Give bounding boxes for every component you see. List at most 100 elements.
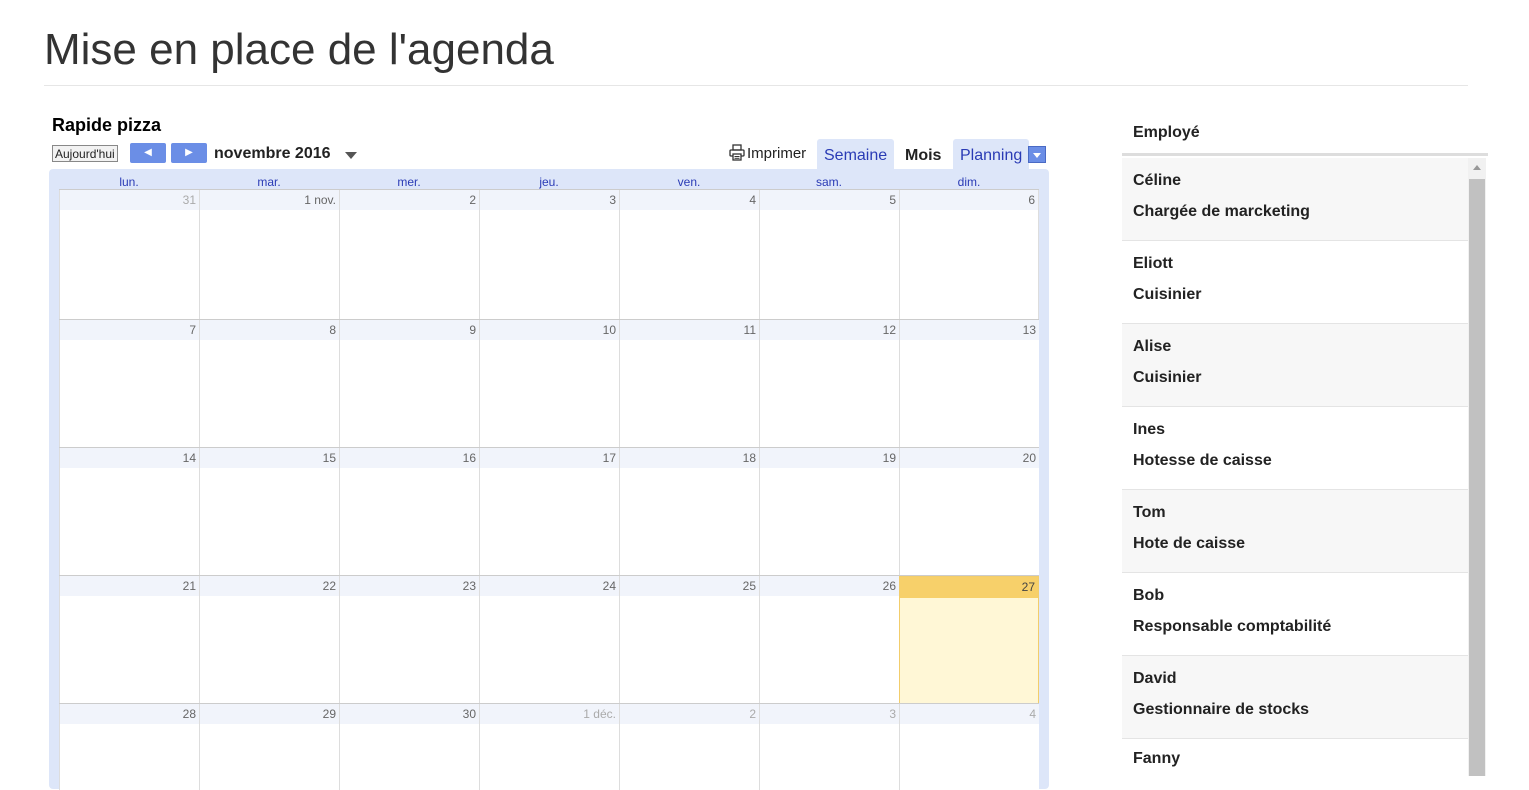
- tab-semaine[interactable]: Semaine: [817, 139, 895, 170]
- day-cell[interactable]: 4: [899, 704, 1039, 790]
- employee-list: Céline Chargée de marcketing Eliott Cuis…: [1122, 158, 1468, 776]
- day-cell[interactable]: 10: [479, 320, 619, 448]
- day-number: 15: [322, 451, 336, 465]
- day-cell[interactable]: 19: [759, 448, 899, 576]
- employee-name: Tom: [1133, 504, 1166, 521]
- page-title: Mise en place de l'agenda: [44, 25, 554, 74]
- weekday-header: sam.: [815, 175, 842, 189]
- employee-role: Hotesse de caisse: [1133, 452, 1272, 469]
- day-cell[interactable]: 18: [619, 448, 759, 576]
- day-cell[interactable]: 23: [339, 576, 479, 704]
- view-dropdown-button[interactable]: [1028, 146, 1046, 163]
- print-link[interactable]: Imprimer: [747, 145, 806, 162]
- day-cell[interactable]: 26: [759, 576, 899, 704]
- day-number: 4: [749, 193, 756, 207]
- day-number: 2: [469, 193, 476, 207]
- day-number: 24: [602, 579, 616, 593]
- day-cell[interactable]: 20: [899, 448, 1039, 576]
- day-number: 20: [1022, 451, 1036, 465]
- day-number: 3: [889, 707, 896, 721]
- employee-item[interactable]: David Gestionnaire de stocks: [1122, 656, 1468, 739]
- employee-item[interactable]: Alise Cuisinier: [1122, 324, 1468, 407]
- employee-item[interactable]: Fanny: [1122, 739, 1468, 776]
- day-cell[interactable]: 25: [619, 576, 759, 704]
- day-cell[interactable]: 29: [199, 704, 339, 790]
- week-row: 21 22 23 24 25 26 27: [59, 575, 1039, 704]
- tab-planning[interactable]: Planning: [953, 139, 1030, 170]
- day-cell[interactable]: 11: [619, 320, 759, 448]
- employee-name: Eliott: [1133, 255, 1173, 272]
- day-cell[interactable]: 14: [59, 448, 199, 576]
- day-cell[interactable]: 4: [619, 190, 759, 320]
- weekday-header: jeu.: [539, 175, 559, 189]
- employee-role: Gestionnaire de stocks: [1133, 701, 1310, 718]
- day-number: 2: [749, 707, 756, 721]
- chevron-right-icon: ▶: [185, 147, 193, 158]
- employee-item[interactable]: Ines Hotesse de caisse: [1122, 407, 1468, 490]
- day-cell[interactable]: 31: [59, 190, 199, 320]
- day-cell[interactable]: 22: [199, 576, 339, 704]
- week-row: 7 8 9 10 11 12 13: [59, 319, 1039, 448]
- day-cell[interactable]: 2: [339, 190, 479, 320]
- employee-role: Responsable comptabilité: [1133, 618, 1332, 635]
- employee-item[interactable]: Céline Chargée de marcketing: [1122, 158, 1468, 241]
- day-cell[interactable]: 6: [899, 190, 1039, 320]
- employee-header-label: Employé: [1133, 124, 1200, 141]
- employee-item[interactable]: Tom Hote de caisse: [1122, 490, 1468, 573]
- employee-item[interactable]: Eliott Cuisinier: [1122, 241, 1468, 324]
- day-cell[interactable]: 16: [339, 448, 479, 576]
- day-cell[interactable]: 13: [899, 320, 1039, 448]
- employee-list-scrollbar[interactable]: [1468, 158, 1486, 776]
- day-number: 1 nov.: [304, 193, 336, 207]
- scroll-up-arrow-icon[interactable]: [1473, 165, 1481, 170]
- today-button[interactable]: Aujourd'hui: [52, 145, 118, 162]
- today-cell[interactable]: 27: [899, 576, 1039, 704]
- weekday-header: ven.: [677, 175, 701, 189]
- day-cell[interactable]: 24: [479, 576, 619, 704]
- employee-name: Bob: [1133, 587, 1165, 604]
- tab-mois[interactable]: Mois: [898, 139, 949, 170]
- day-cell[interactable]: 3: [759, 704, 899, 790]
- day-number: 27: [1021, 580, 1035, 594]
- day-cell[interactable]: 1 nov.: [199, 190, 339, 320]
- day-cell[interactable]: 5: [759, 190, 899, 320]
- day-number: 14: [182, 451, 196, 465]
- day-cell[interactable]: 12: [759, 320, 899, 448]
- day-number: 4: [1029, 707, 1036, 721]
- day-cell[interactable]: 1 déc.: [479, 704, 619, 790]
- week-row: 28 29 30 1 déc. 2 3 4: [59, 703, 1039, 790]
- weekday-header: mar.: [257, 175, 281, 189]
- title-divider: [44, 85, 1468, 86]
- chevron-left-icon: ◀: [144, 147, 152, 158]
- employee-item[interactable]: Bob Responsable comptabilité: [1122, 573, 1468, 656]
- employee-role: Cuisinier: [1133, 369, 1202, 386]
- employee-role: Chargée de marcketing: [1133, 203, 1310, 220]
- day-cell[interactable]: 21: [59, 576, 199, 704]
- day-cell[interactable]: 8: [199, 320, 339, 448]
- day-number: 13: [1022, 323, 1036, 337]
- next-month-button[interactable]: ▶: [171, 143, 207, 163]
- day-number: 9: [469, 323, 476, 337]
- day-cell[interactable]: 3: [479, 190, 619, 320]
- day-cell[interactable]: 15: [199, 448, 339, 576]
- employee-name: Fanny: [1133, 750, 1181, 767]
- day-number: 30: [462, 707, 476, 721]
- day-cell[interactable]: 17: [479, 448, 619, 576]
- day-cell[interactable]: 7: [59, 320, 199, 448]
- printer-icon[interactable]: [729, 144, 745, 161]
- day-cell[interactable]: 9: [339, 320, 479, 448]
- month-label[interactable]: novembre 2016: [214, 145, 331, 163]
- day-cell[interactable]: 30: [339, 704, 479, 790]
- day-cell[interactable]: 28: [59, 704, 199, 790]
- month-dropdown-icon[interactable]: [345, 152, 357, 159]
- day-cell[interactable]: 2: [619, 704, 759, 790]
- employee-name: Alise: [1133, 338, 1172, 355]
- scrollbar-thumb[interactable]: [1469, 179, 1485, 776]
- prev-month-button[interactable]: ◀: [130, 143, 166, 163]
- day-number: 12: [882, 323, 896, 337]
- employee-list-header: Employé: [1122, 110, 1488, 156]
- weekday-header: mer.: [397, 175, 421, 189]
- day-number: 16: [462, 451, 476, 465]
- day-number: 25: [742, 579, 756, 593]
- day-number: 22: [322, 579, 336, 593]
